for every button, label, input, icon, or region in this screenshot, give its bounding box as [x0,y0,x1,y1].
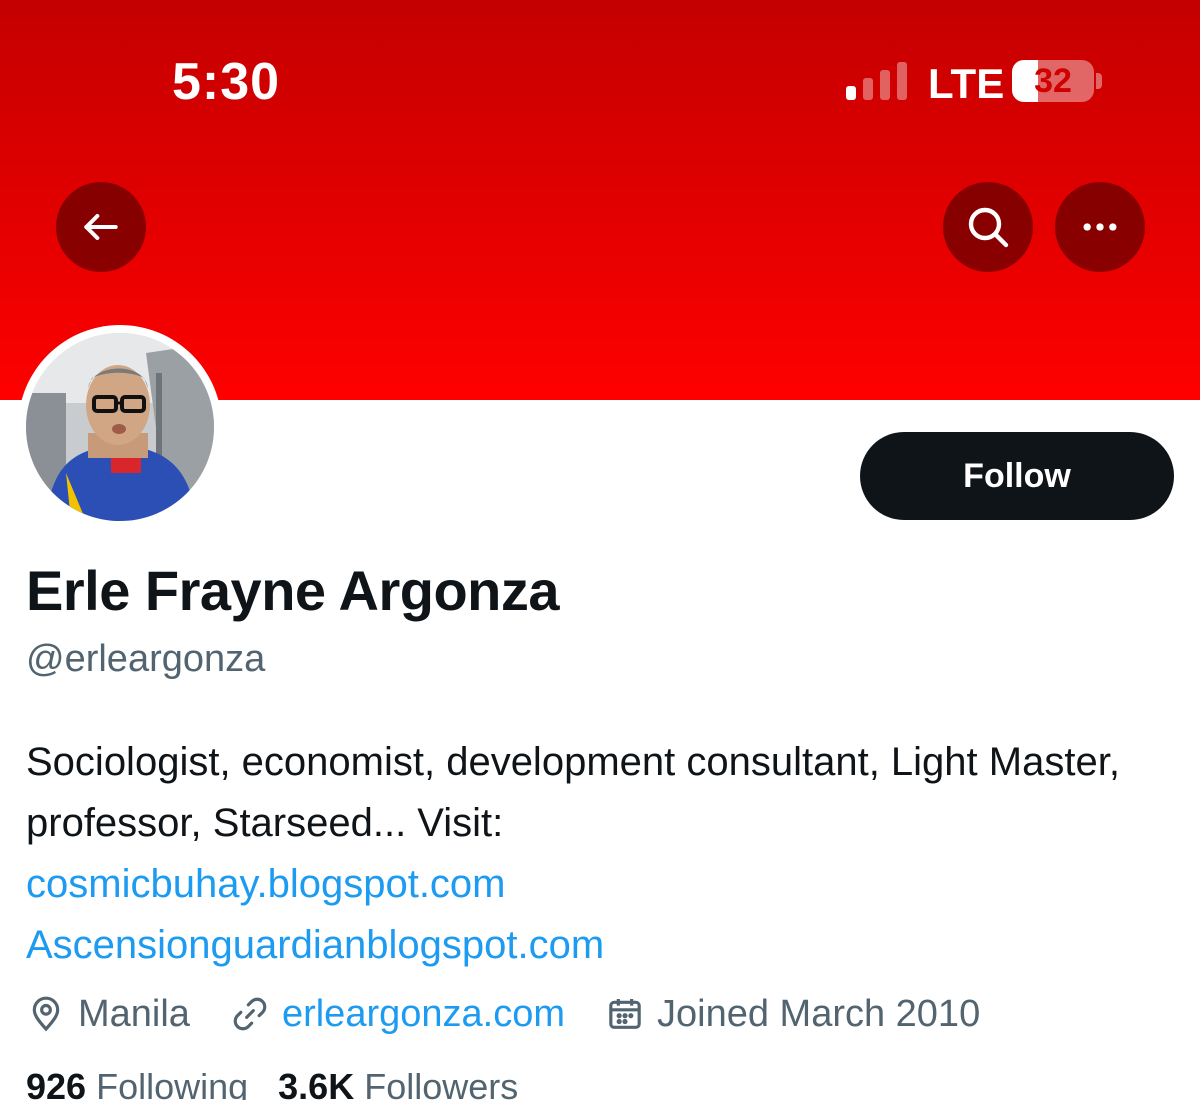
search-button[interactable] [943,182,1033,272]
cellular-signal-icon [846,62,908,100]
bio-link-ascensionguardian[interactable]: Ascensionguardianblogspot.com [26,915,1166,976]
followers-label[interactable]: Followers [364,1066,518,1100]
status-time: 5:30 [172,53,281,111]
bio: Sociologist, economist, development cons… [26,732,1166,976]
joined-text: Joined March 2010 [657,992,981,1035]
follow-counts: 926 Following 3.6K Followers [26,1066,548,1100]
following-count[interactable]: 926 [26,1066,86,1100]
network-type: LTE [928,60,1005,107]
battery-tip [1096,73,1102,89]
more-horizontal-icon [1083,223,1117,231]
following-label[interactable]: Following [96,1066,248,1100]
battery-level: 32 [1034,62,1072,100]
bio-link-cosmicbuhay[interactable]: cosmicbuhay.blogspot.com [26,854,1166,915]
back-button[interactable] [56,182,146,272]
calendar-icon [609,999,641,1029]
arrow-left-icon [84,213,118,241]
link-icon [233,997,267,1031]
search-icon [968,207,1009,248]
avatar[interactable] [18,325,222,529]
display-name: Erle Frayne Argonza [26,559,560,622]
user-handle: @erleargonza [26,638,266,680]
more-button[interactable] [1055,182,1145,272]
website-link[interactable]: erleargonza.com [282,993,565,1036]
join-date: Joined March 2010 [605,993,980,1036]
followers-count[interactable]: 3.6K [278,1066,354,1100]
location: Manila [26,993,190,1036]
location-text: Manila [78,992,190,1035]
bio-text: Sociologist, economist, development cons… [26,740,1120,845]
follow-button[interactable]: Follow [860,432,1174,520]
location-pin-icon [32,996,60,1032]
battery-icon: 32 [1012,60,1094,102]
website[interactable]: erleargonza.com [230,993,565,1036]
profile-meta: Manila erleargonza.com Joined March 2010 [26,988,1020,1040]
avatar-photo [26,333,214,521]
